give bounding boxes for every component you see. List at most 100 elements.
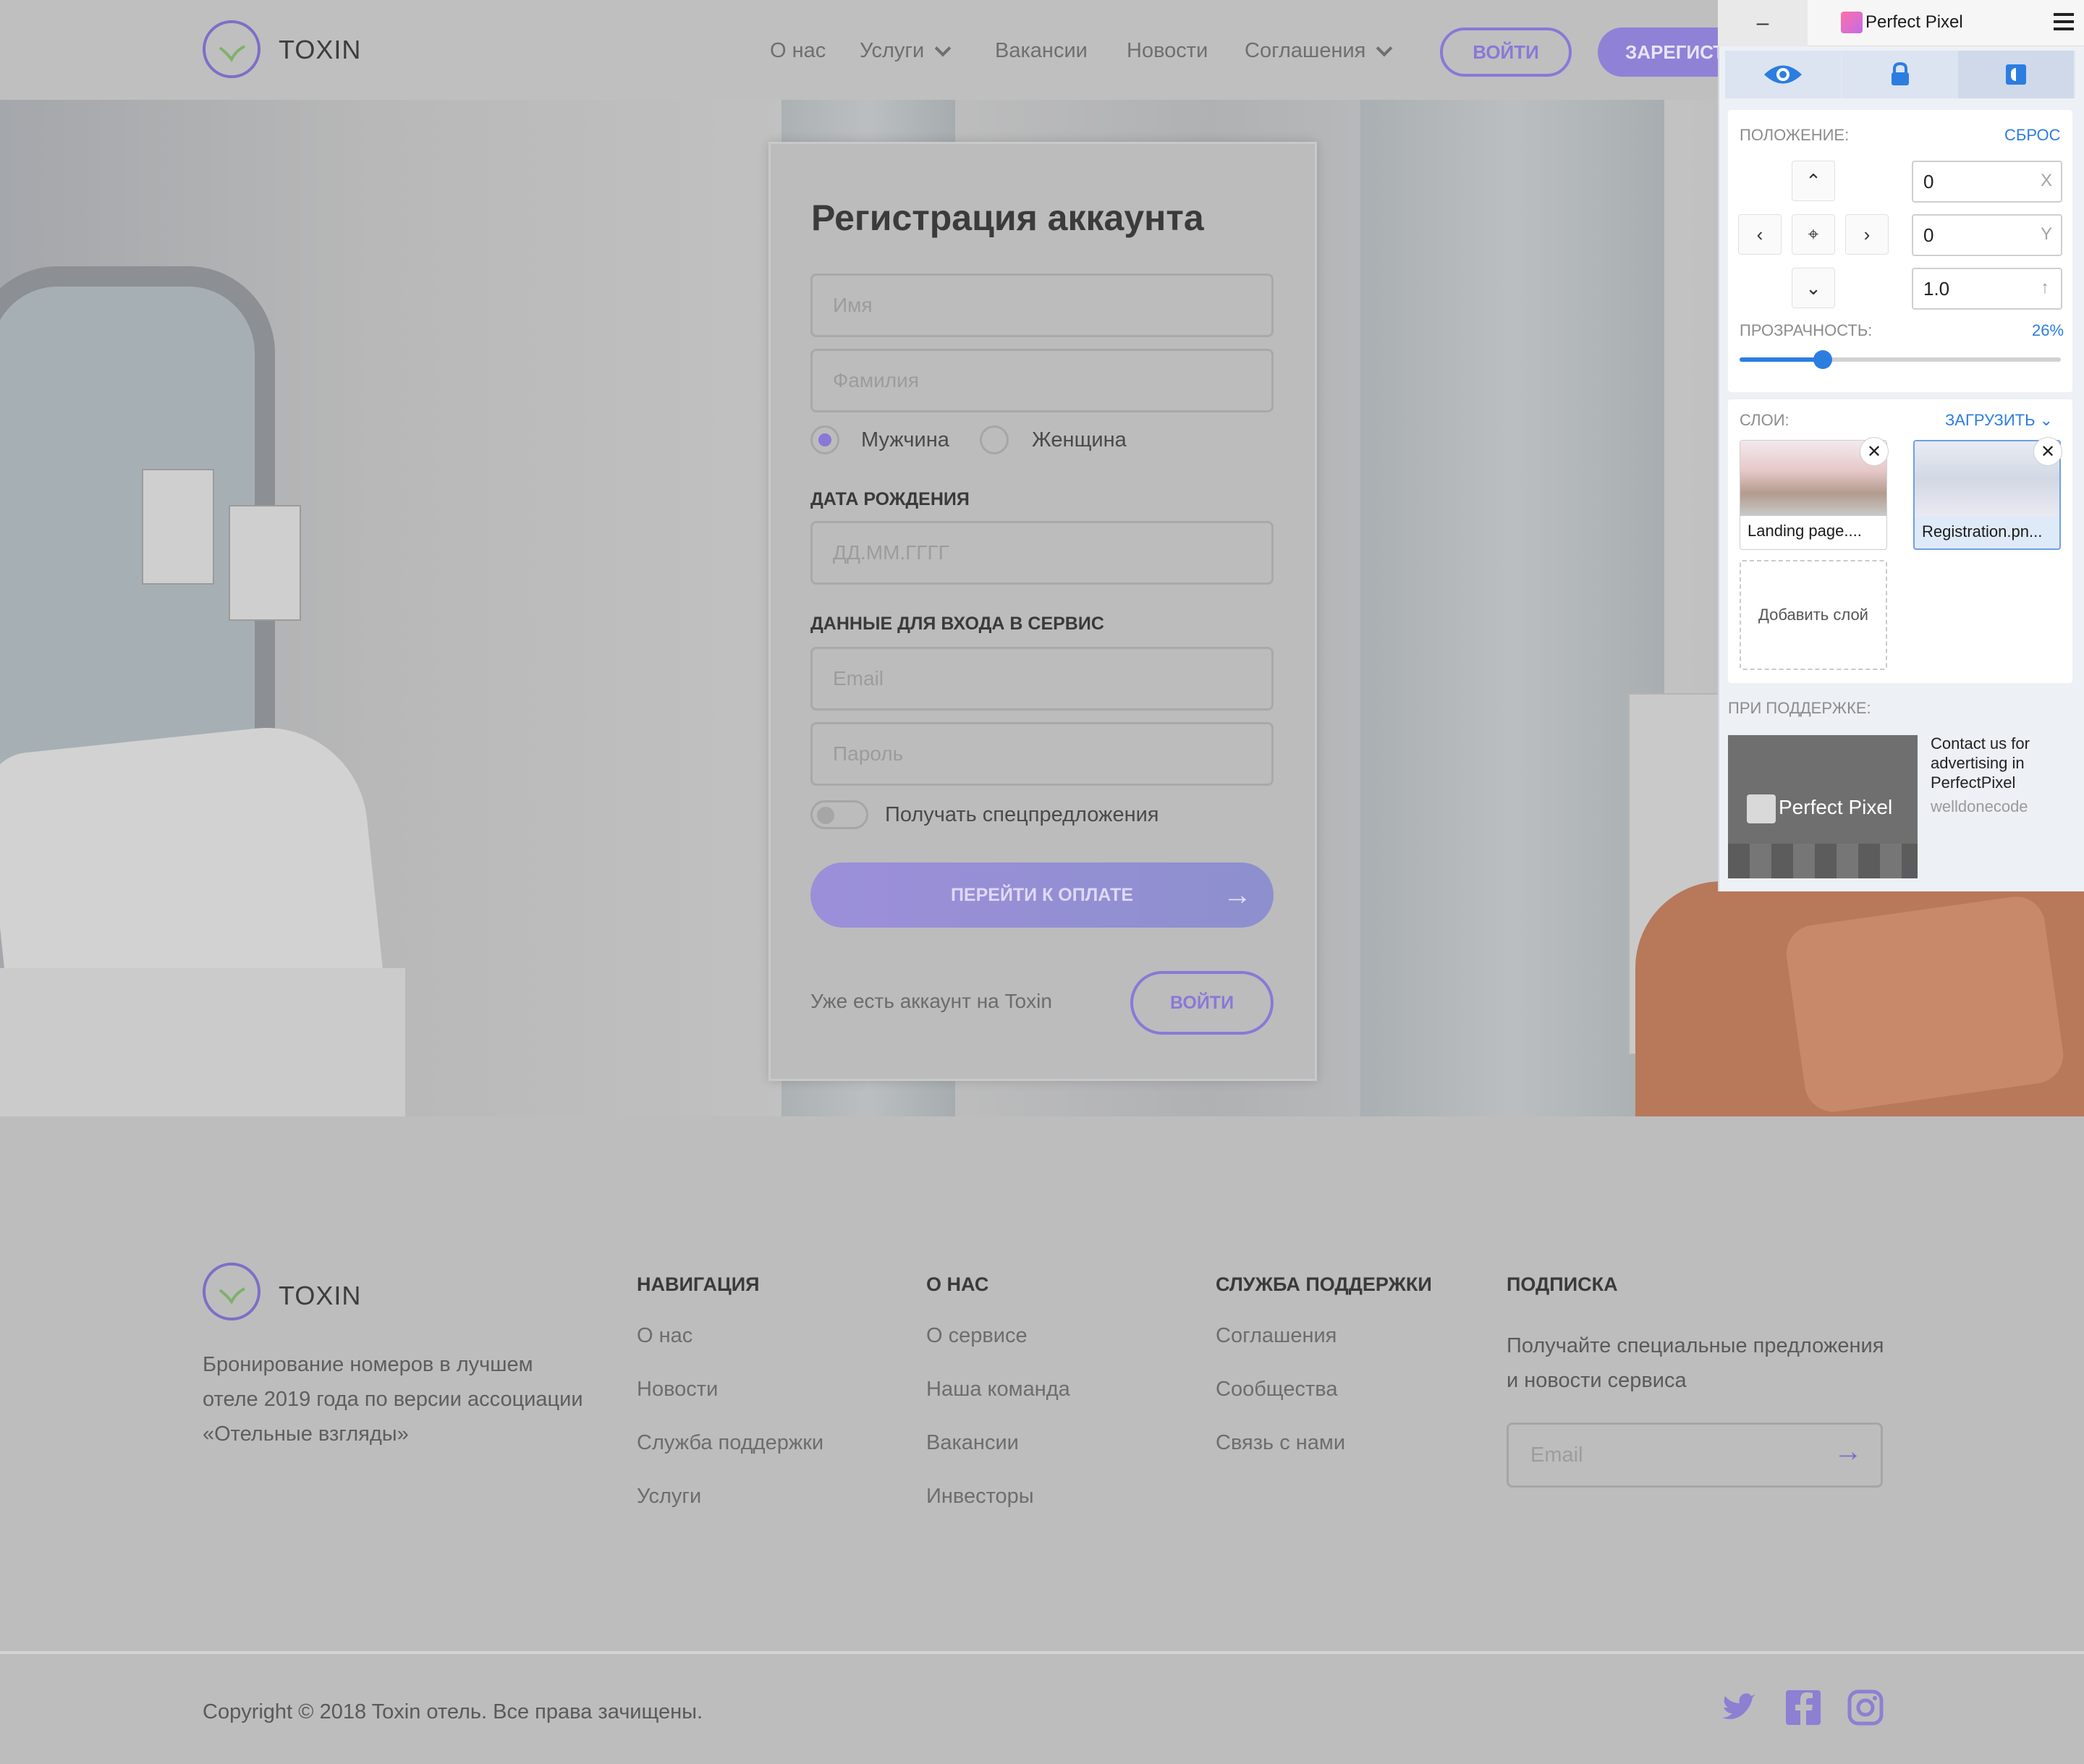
footer-link[interactable]: Вакансии: [926, 1431, 1019, 1455]
footer-link[interactable]: Новости: [637, 1378, 718, 1402]
twitter-glyph: [1722, 1693, 1755, 1719]
curtain: [1360, 100, 1664, 1116]
footer-link[interactable]: О сервисе: [926, 1324, 1028, 1348]
leaf-icon: [219, 1287, 245, 1305]
pp-y-axis-label: Y: [2041, 224, 2053, 244]
gender-female-radio[interactable]: [980, 425, 1009, 454]
pp-x-axis-label: X: [2041, 171, 2053, 190]
footer-link[interactable]: Соглашения: [1216, 1324, 1337, 1348]
email-field[interactable]: Email: [810, 647, 1274, 711]
nav-news-label: Новости: [1127, 39, 1208, 62]
nav-agreements-label: Соглашения: [1245, 39, 1366, 62]
chevron-up-icon: ⌃: [1805, 169, 1821, 192]
pp-ad-link[interactable]: welldonecode: [1931, 797, 2028, 816]
pp-minimize-button[interactable]: –: [1718, 0, 1808, 46]
pp-move-up-button[interactable]: ⌃: [1792, 161, 1835, 201]
chevron-down-icon: ⌄: [2039, 411, 2054, 429]
arrow-right-icon[interactable]: →: [1834, 1436, 1863, 1468]
footer-link[interactable]: О нас: [637, 1324, 692, 1348]
go-to-payment-label: ПЕРЕЙТИ К ОПЛАТЕ: [950, 884, 1134, 905]
footer-link[interactable]: Инвесторы: [926, 1485, 1034, 1509]
pp-upload-label: ЗАГРУЗИТЬ: [1945, 411, 2036, 429]
eye-icon: [1764, 65, 1802, 84]
pp-invert-toggle[interactable]: [1958, 51, 2074, 98]
facebook-icon[interactable]: [1784, 1689, 1822, 1726]
nav-vacancies[interactable]: Вакансии: [995, 39, 1088, 63]
pp-lock-toggle[interactable]: [1842, 51, 1958, 98]
nav-news[interactable]: Новости: [1127, 39, 1208, 63]
pp-layers-label: СЛОИ:: [1740, 411, 1789, 429]
center-icon: ⌖: [1808, 223, 1819, 245]
footer-about-heading: О НАС: [926, 1273, 989, 1295]
site-brand[interactable]: TOXIN: [279, 35, 361, 65]
first-name-field[interactable]: Имя: [810, 273, 1274, 337]
close-icon[interactable]: ✕: [1860, 437, 1889, 466]
pp-y-input[interactable]: 0: [1912, 214, 2062, 256]
twitter-icon[interactable]: [1719, 1689, 1757, 1726]
pp-y-value: 0: [1923, 224, 1934, 246]
footer-link[interactable]: Служба поддержки: [637, 1431, 823, 1455]
footer-link[interactable]: Сообщества: [1216, 1378, 1337, 1402]
nav-vacancies-label: Вакансии: [995, 39, 1088, 62]
bed: [0, 968, 405, 1116]
footer-link[interactable]: Наша команда: [926, 1378, 1070, 1402]
nav-about[interactable]: О нас: [770, 39, 826, 63]
gender-female-label: Женщина: [1032, 428, 1127, 451]
birth-date-label: ДАТА РОЖДЕНИЯ: [810, 489, 970, 509]
pp-move-left-button[interactable]: ‹: [1738, 214, 1782, 255]
footer-divider: [0, 1651, 2084, 1654]
footer-link[interactable]: Услуги: [637, 1485, 701, 1509]
nav-services[interactable]: Услуги: [860, 39, 952, 63]
pp-move-down-button[interactable]: ⌄: [1792, 268, 1835, 308]
pp-visibility-toggle[interactable]: [1725, 51, 1841, 98]
pp-ad-text[interactable]: Contact us for advertising in PerfectPix…: [1931, 734, 2075, 792]
pp-add-layer-button[interactable]: Добавить слой: [1740, 560, 1887, 670]
lock-icon: [1892, 62, 1909, 85]
pp-position-label: ПОЛОЖЕНИЕ:: [1740, 126, 1850, 144]
go-to-payment-button[interactable]: ПЕРЕЙТИ К ОПЛАТЕ: [810, 862, 1274, 928]
hamburger-menu-icon[interactable]: [2054, 13, 2074, 30]
form-title: Регистрация аккаунта: [811, 198, 1204, 238]
pp-scale-input[interactable]: 1.0: [1912, 268, 2062, 310]
layer-name: Registration.pn...: [1922, 522, 2043, 540]
footer-brand[interactable]: TOXIN: [279, 1281, 361, 1311]
pp-sponsor-label: ПРИ ПОДДЕРЖКЕ:: [1728, 699, 1871, 717]
login-section-label: ДАННЫЕ ДЛЯ ВХОДА В СЕРВИС: [810, 614, 1104, 634]
footer-support-heading: СЛУЖБА ПОДДЕРЖКИ: [1216, 1273, 1432, 1295]
chevron-right-icon: ›: [1863, 223, 1871, 245]
footer-logo-icon[interactable]: [203, 1263, 260, 1320]
pp-center-button[interactable]: ⌖: [1792, 214, 1835, 255]
password-field[interactable]: Пароль: [810, 722, 1274, 786]
pp-ad-brand: Perfect Pixel: [1779, 796, 1893, 818]
last-name-field[interactable]: Фамилия: [810, 349, 1274, 412]
nav-agreements[interactable]: Соглашения: [1245, 39, 1393, 63]
close-icon[interactable]: ✕: [2033, 437, 2062, 466]
subscribe-email-input[interactable]: Email: [1507, 1422, 1883, 1488]
copyright: Copyright © 2018 Toxin отель. Все права …: [203, 1700, 703, 1723]
pp-upload-link[interactable]: ЗАГРУЗИТЬ ⌄: [1945, 411, 2053, 430]
nav-services-label: Услуги: [860, 39, 925, 62]
wall-lamp: [229, 505, 301, 621]
logo-icon[interactable]: [203, 20, 260, 78]
pp-ad-banner[interactable]: Perfect Pixel: [1728, 735, 1918, 878]
pp-reset-link[interactable]: СБРОС: [2004, 126, 2061, 145]
pp-opacity-value: 26%: [2032, 321, 2064, 339]
arrow-up-icon: ↑: [2041, 278, 2049, 297]
wall-lamp: [142, 469, 214, 585]
footer-description: Бронирование номеров в лучшем отеле 2019…: [203, 1353, 583, 1446]
instagram-icon[interactable]: [1847, 1689, 1884, 1726]
offers-toggle[interactable]: [810, 800, 868, 829]
pp-move-right-button[interactable]: ›: [1845, 214, 1889, 255]
facebook-glyph: [1786, 1690, 1821, 1725]
pp-ad-pixel-strip: [1728, 844, 1918, 878]
gender-male-radio[interactable]: [810, 425, 839, 454]
birth-date-field[interactable]: ДД.ММ.ГГГГ: [810, 521, 1274, 585]
header-login-button[interactable]: ВОЙТИ: [1440, 27, 1572, 77]
chevron-left-icon: ‹: [1756, 223, 1763, 245]
card-login-button[interactable]: ВОЙТИ: [1130, 971, 1274, 1035]
footer-link[interactable]: Связь с нами: [1216, 1431, 1345, 1455]
invert-icon: [2006, 64, 2026, 85]
subscribe-description: Получайте специальные предложения и ново…: [1507, 1334, 1884, 1392]
footer-subscribe-heading: ПОДПИСКА: [1507, 1273, 1618, 1295]
pp-x-input[interactable]: 0: [1912, 161, 2062, 203]
